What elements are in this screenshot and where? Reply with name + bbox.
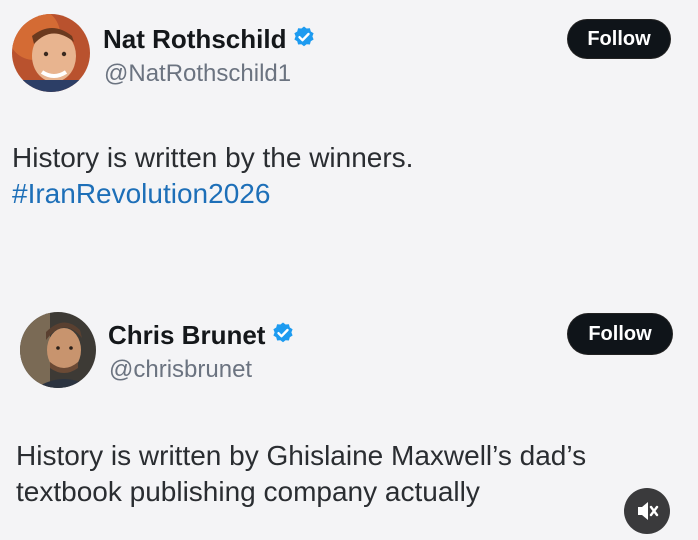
muted-speaker-icon[interactable] xyxy=(624,488,670,534)
tweet-text: History is written by the winners. #Iran… xyxy=(12,140,413,213)
verified-badge-icon xyxy=(292,25,316,54)
user-handle[interactable]: @NatRothschild1 xyxy=(104,60,291,88)
tweet-text-line: History is written by Ghislaine Maxwell’… xyxy=(16,440,587,471)
display-name[interactable]: Chris Brunet xyxy=(108,320,265,351)
avatar[interactable] xyxy=(12,14,90,92)
follow-button[interactable]: Follow xyxy=(568,20,670,58)
user-handle[interactable]: @chrisbrunet xyxy=(109,356,252,384)
hashtag-link[interactable]: #IranRevolution2026 xyxy=(12,176,413,212)
tweet-text: History is written by Ghislaine Maxwell’… xyxy=(16,438,586,511)
tweet-text-line: textbook publishing company actually xyxy=(16,476,480,508)
avatar[interactable] xyxy=(20,312,96,388)
verified-badge-icon xyxy=(271,321,295,350)
tweet-text-line: History is written by the winners. xyxy=(12,142,414,173)
follow-button[interactable]: Follow xyxy=(568,314,672,354)
tweet-card-chris-brunet: Chris Brunet @chrisbrunet Follow History… xyxy=(0,300,698,540)
tweet-card-nat-rothschild: Nat Rothschild @NatRothschild1 Follow Hi… xyxy=(0,0,698,230)
display-name[interactable]: Nat Rothschild xyxy=(103,24,286,55)
